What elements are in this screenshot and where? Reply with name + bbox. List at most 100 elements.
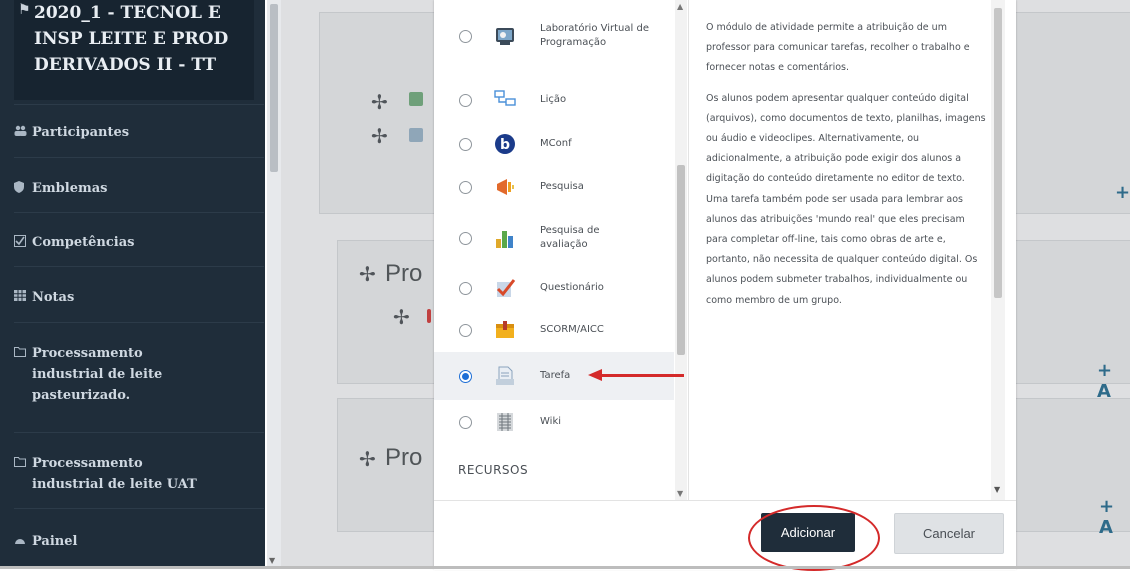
option-label: Pesquisa <box>540 181 584 192</box>
sidebar-item-processamento-pasteurizado[interactable]: Processamento industrial de leite pasteu… <box>14 345 259 406</box>
add-activity-link[interactable]: + A <box>1097 360 1130 402</box>
sidebar-item-label-line: industrial de leite <box>32 367 163 382</box>
description-scrollbar[interactable]: ▼ <box>991 0 1005 500</box>
option-pesquisa[interactable]: Pesquisa <box>434 163 674 211</box>
divider <box>14 157 264 158</box>
sidebar-item-label-line: pasteurizado. <box>32 388 131 403</box>
sidebar-item-label: Painel <box>32 534 78 549</box>
radio-button[interactable] <box>459 180 472 194</box>
sidebar-item-label-line: Processamento <box>32 346 143 361</box>
grid-icon <box>14 290 32 304</box>
divider <box>14 212 264 213</box>
sidebar-item-label: Processamento industrial de leite pasteu… <box>32 343 162 406</box>
option-label: MConf <box>540 138 572 149</box>
activity-icon <box>409 92 423 106</box>
radio-button[interactable] <box>459 231 472 245</box>
course-title-line-1: 2020_1 - TECNOL E <box>34 3 221 23</box>
sidebar-item-competencias[interactable]: Competências <box>14 234 259 253</box>
sidebar-item-painel[interactable]: Painel <box>14 533 259 552</box>
divider <box>14 432 264 433</box>
option-mconf[interactable]: b MConf <box>434 120 674 168</box>
description-text: O módulo de atividade permite a atribuiç… <box>706 18 988 321</box>
option-label: Lição <box>540 94 567 105</box>
option-scorm[interactable]: SCORM/AICC <box>434 306 674 354</box>
sidebar-item-emblemas[interactable]: Emblemas <box>14 180 259 199</box>
dashboard-icon <box>14 534 32 548</box>
option-pesquisa-avaliacao[interactable]: Pesquisa de avaliação <box>434 214 674 262</box>
dialog-footer: Adicionar Cancelar <box>434 500 1016 570</box>
radio-button[interactable] <box>459 281 472 295</box>
radio-button[interactable] <box>459 137 472 151</box>
radio-button[interactable] <box>459 415 472 429</box>
sidebar-item-label-line: Processamento <box>32 456 143 471</box>
sidebar-scrollbar[interactable]: ▼ <box>267 0 281 569</box>
divider <box>14 322 264 323</box>
course-title-line-3: DERIVADOS II - TT <box>34 55 217 75</box>
scroll-up-icon[interactable]: ▲ <box>677 2 683 11</box>
sidebar-item-notas[interactable]: Notas <box>14 289 259 308</box>
divider <box>14 266 264 267</box>
add-activity-link[interactable]: + A <box>1099 496 1130 538</box>
sidebar-item-label: Emblemas <box>32 181 108 196</box>
scroll-down-icon[interactable]: ▼ <box>994 485 1000 494</box>
sidebar-item-label: Participantes <box>32 125 130 140</box>
scroll-thumb[interactable] <box>270 4 278 172</box>
radio-button[interactable] <box>459 323 472 337</box>
option-label: Questionário <box>540 282 604 293</box>
option-label: SCORM/AICC <box>540 324 604 335</box>
scroll-down-icon[interactable]: ▼ <box>677 489 683 498</box>
course-title[interactable]: ⚑ 2020_1 - TECNOL E INSP LEITE E PROD DE… <box>14 0 254 100</box>
sidebar-item-label: Processamento industrial de leite UAT <box>32 453 197 495</box>
option-questionario[interactable]: Questionário <box>434 264 674 312</box>
scroll-thumb[interactable] <box>994 8 1002 298</box>
checkbox-icon <box>14 235 32 250</box>
chooser-scrollbar[interactable]: ▲ ▼ <box>675 0 687 500</box>
folder-icon <box>14 456 32 470</box>
quiz-icon <box>494 277 516 299</box>
section-title: Pro <box>385 260 423 287</box>
option-wiki[interactable]: Wiki <box>434 398 674 446</box>
scroll-thumb[interactable] <box>677 165 685 355</box>
radio-button[interactable] <box>459 369 472 383</box>
option-label: Pesquisa de avaliação <box>540 225 600 250</box>
sidebar-item-label: Notas <box>32 290 75 305</box>
course-title-line-2: INSP LEITE E PROD <box>34 29 229 49</box>
users-icon <box>14 125 32 139</box>
wiki-icon <box>494 411 516 433</box>
section-heading-recursos: RECURSOS <box>458 463 529 477</box>
survey-icon <box>494 176 516 198</box>
option-label: Laboratório Virtual de Programação <box>540 23 649 48</box>
sidebar-item-label-line: industrial de leite UAT <box>32 477 197 492</box>
module-list: Laboratório Virtual de Programação Lição… <box>434 0 690 500</box>
move-icon[interactable]: ✢ <box>359 262 376 286</box>
module-description: O módulo de atividade permite a atribuiç… <box>688 0 1009 500</box>
sidebar: ⚑ 2020_1 - TECNOL E INSP LEITE E PROD DE… <box>0 0 265 569</box>
option-licao[interactable]: Lição <box>434 76 674 124</box>
move-icon[interactable]: ✢ <box>359 447 376 471</box>
activity-chooser-dialog: Laboratório Virtual de Programação Lição… <box>434 0 1016 570</box>
mconf-icon: b <box>494 133 516 155</box>
feedback-icon <box>494 227 516 249</box>
divider <box>14 104 264 105</box>
move-icon[interactable]: ✢ <box>371 124 388 148</box>
shield-icon <box>14 181 32 196</box>
annotation-arrow-head <box>588 369 602 381</box>
flag-icon: ⚑ <box>18 2 31 18</box>
assignment-icon <box>494 365 516 387</box>
scroll-down-icon[interactable]: ▼ <box>269 556 275 565</box>
sidebar-item-participantes[interactable]: Participantes <box>14 124 259 143</box>
folder-icon <box>14 346 32 360</box>
divider <box>14 508 264 509</box>
lesson-icon <box>494 89 516 111</box>
sidebar-item-processamento-uat[interactable]: Processamento industrial de leite UAT <box>14 455 259 495</box>
move-icon[interactable]: ✢ <box>393 305 410 329</box>
radio-button[interactable] <box>459 93 472 107</box>
option-laboratorio-virtual[interactable]: Laboratório Virtual de Programação <box>434 12 674 60</box>
move-icon[interactable]: ✢ <box>371 90 388 114</box>
annotation-ellipse <box>748 505 880 571</box>
radio-button[interactable] <box>459 29 472 43</box>
option-label: Wiki <box>540 416 562 427</box>
add-activity-icon[interactable]: + <box>1115 182 1130 203</box>
cancel-button[interactable]: Cancelar <box>894 513 1004 554</box>
vpl-icon <box>494 25 516 47</box>
